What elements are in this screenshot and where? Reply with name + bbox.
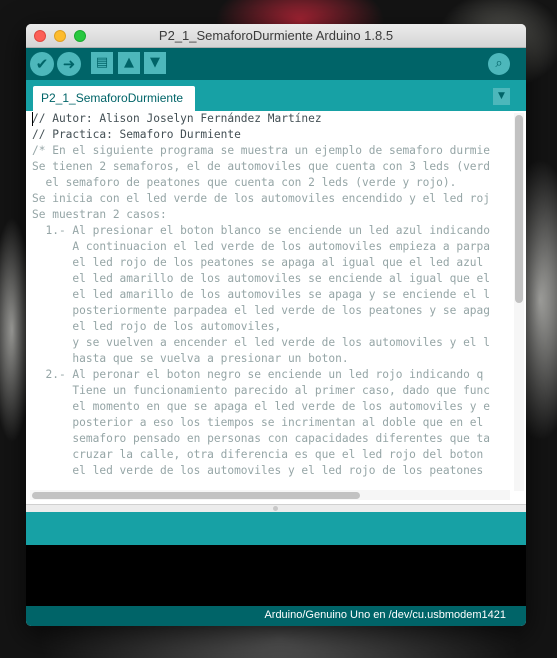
code-line[interactable]: 1.- Al presionar el boton blanco se enci… [32, 223, 510, 239]
code-line[interactable]: posteriormente parpadea el led verde de … [32, 303, 510, 319]
window-title: P2_1_SemaforoDurmiente Arduino 1.8.5 [158, 28, 394, 43]
code-line[interactable]: hasta que se vuelva a presionar un boton… [32, 351, 510, 367]
toolbar: ✔ ➜ ▤ ▲ ▼ ⌕ [26, 48, 526, 80]
close-window-button[interactable] [34, 30, 46, 42]
chevron-down-icon: ▼ [498, 91, 505, 101]
verify-button[interactable]: ✔ [30, 52, 54, 76]
code-line[interactable]: el led verde de los automoviles y el led… [32, 463, 510, 479]
arduino-ide-window: P2_1_SemaforoDurmiente Arduino 1.8.5 ✔ ➜… [26, 24, 526, 626]
code-line[interactable]: /* En el siguiente programa se muestra u… [32, 143, 510, 159]
board-port-label: Arduino/Genuino Uno en /dev/cu.usbmodem1… [264, 609, 506, 621]
code-line[interactable]: el led rojo de los automoviles, [32, 319, 510, 335]
arrow-down-icon: ▼ [150, 55, 160, 70]
code-line[interactable]: posterior a eso los tiempos se incriment… [32, 415, 510, 431]
horizontal-scrollbar[interactable] [30, 490, 510, 500]
code-line[interactable]: Se muestran 2 casos: [32, 207, 510, 223]
code-text[interactable]: // Autor: Alison Joselyn Fernández Martí… [32, 111, 510, 491]
file-icon: ▤ [95, 55, 109, 70]
minimize-window-button[interactable] [54, 30, 66, 42]
vertical-scrollbar[interactable] [514, 113, 524, 491]
open-sketch-button[interactable]: ▲ [118, 52, 140, 74]
serial-monitor-button[interactable]: ⌕ [488, 53, 510, 75]
magnifier-icon: ⌕ [495, 56, 503, 71]
arrow-right-icon: ➜ [62, 55, 76, 73]
text-cursor [32, 112, 33, 126]
code-line[interactable]: el led rojo de los peatones se apaga al … [32, 255, 510, 271]
vertical-scroll-thumb[interactable] [515, 115, 523, 303]
code-line[interactable]: cruzar la calle, otra diferencia es que … [32, 447, 510, 463]
code-editor[interactable]: // Autor: Alison Joselyn Fernández Martí… [26, 111, 526, 504]
code-line[interactable]: semaforo pensado en personas con capacid… [32, 431, 510, 447]
check-icon: ✔ [35, 55, 49, 73]
console-output[interactable] [26, 545, 526, 606]
title-bar[interactable]: P2_1_SemaforoDurmiente Arduino 1.8.5 [26, 24, 526, 48]
code-line[interactable]: // Practica: Semaforo Durmiente [32, 127, 510, 143]
code-line[interactable]: // Autor: Alison Joselyn Fernández Martí… [32, 111, 510, 127]
tab-bar: P2_1_SemaforoDurmiente ▼ [26, 80, 526, 111]
code-line[interactable]: Tiene un funcionamiento parecido al prim… [32, 383, 510, 399]
save-sketch-button[interactable]: ▼ [144, 52, 166, 74]
tab-menu-button[interactable]: ▼ [493, 88, 510, 105]
code-line[interactable]: y se vuelven a encender el led verde de … [32, 335, 510, 351]
message-area [26, 512, 526, 545]
code-line[interactable]: 2.- Al peronar el boton negro se enciend… [32, 367, 510, 383]
code-line[interactable]: el semaforo de peatones que cuenta con 2… [32, 175, 510, 191]
arrow-up-icon: ▲ [124, 55, 134, 70]
status-bar: Arduino/Genuino Uno en /dev/cu.usbmodem1… [26, 606, 526, 626]
code-line[interactable]: Se tienen 2 semaforos, el de automoviles… [32, 159, 510, 175]
tab-sketch[interactable]: P2_1_SemaforoDurmiente [33, 86, 196, 111]
horizontal-scroll-thumb[interactable] [32, 492, 360, 499]
zoom-window-button[interactable] [74, 30, 86, 42]
code-line[interactable]: el led amarillo de los automoviles se en… [32, 271, 510, 287]
code-line[interactable]: A continuacion el led verde de los autom… [32, 239, 510, 255]
upload-button[interactable]: ➜ [57, 52, 81, 76]
code-line[interactable]: el momento en que se apaga el led verde … [32, 399, 510, 415]
new-sketch-button[interactable]: ▤ [91, 52, 113, 74]
code-line[interactable]: Se inicia con el led verde de los automo… [32, 191, 510, 207]
splitter-grip-icon[interactable] [273, 506, 278, 511]
code-line[interactable]: el led amarillo de los automoviles se ap… [32, 287, 510, 303]
